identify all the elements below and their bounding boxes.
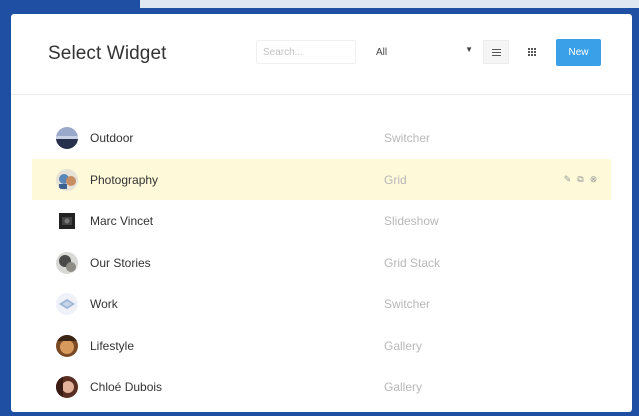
list-item[interactable]: Chloé Dubois Gallery xyxy=(32,366,611,408)
panel-header: Select Widget All ▼ New xyxy=(11,14,632,95)
copy-icon[interactable]: ⧉ xyxy=(576,174,585,185)
widget-type: Grid xyxy=(384,172,407,187)
work-thumbnail xyxy=(56,293,78,315)
list-item[interactable]: Outdoor Switcher xyxy=(32,117,611,159)
our-stories-thumbnail xyxy=(56,251,78,274)
widget-type: Gallery xyxy=(384,380,423,394)
delete-icon[interactable]: ⊗ xyxy=(589,174,598,185)
lifestyle-thumbnail xyxy=(56,334,78,357)
list-view-button[interactable] xyxy=(483,40,509,64)
photography-thumbnail xyxy=(56,168,78,191)
edit-icon[interactable]: ✎ xyxy=(563,174,572,185)
chloe-dubois-thumbnail xyxy=(56,376,78,398)
marc-vincet-thumbnail xyxy=(59,213,75,229)
widget-type: Switcher xyxy=(384,297,431,311)
list-item[interactable]: Photography Grid ✎ ⧉ ⊗ xyxy=(32,158,611,200)
filter-select-value: All xyxy=(376,47,388,58)
widget-name: Photography xyxy=(90,172,159,187)
row-actions: ✎ ⧉ ⊗ xyxy=(563,174,598,185)
list-icon xyxy=(491,48,501,56)
list-item[interactable]: Marc Vincet Slideshow xyxy=(32,200,611,242)
list-item[interactable]: Our Stories Grid Stack xyxy=(32,242,611,284)
widget-name: Chloé Dubois xyxy=(90,380,163,394)
caret-down-icon: ▼ xyxy=(465,45,473,54)
widget-type: Grid Stack xyxy=(384,255,441,270)
filter-select[interactable]: All ▼ xyxy=(369,40,473,64)
grid-view-button[interactable] xyxy=(519,40,545,64)
widget-name: Outdoor xyxy=(90,131,134,145)
list-item[interactable]: Lifestyle Gallery xyxy=(32,325,611,367)
widget-type: Gallery xyxy=(384,338,423,353)
outdoor-thumbnail xyxy=(56,127,78,149)
widget-type: Switcher xyxy=(384,131,431,145)
widget-type: Slideshow xyxy=(384,214,439,228)
widget-name: Marc Vincet xyxy=(90,214,154,228)
window-top-strip xyxy=(140,0,639,8)
list-item[interactable]: Work Switcher xyxy=(32,283,611,325)
widget-name: Lifestyle xyxy=(90,338,135,353)
widget-name: Our Stories xyxy=(90,255,151,270)
widget-list: Outdoor Switcher Photography Grid ✎ ⧉ ⊗ … xyxy=(11,117,632,408)
new-button[interactable]: New xyxy=(556,39,601,66)
grid-icon xyxy=(528,48,536,56)
search-input[interactable] xyxy=(256,40,356,64)
select-widget-panel: Select Widget All ▼ New Outdoor Switcher xyxy=(11,14,632,412)
widget-name: Work xyxy=(90,297,118,311)
page-title: Select Widget xyxy=(48,43,167,64)
